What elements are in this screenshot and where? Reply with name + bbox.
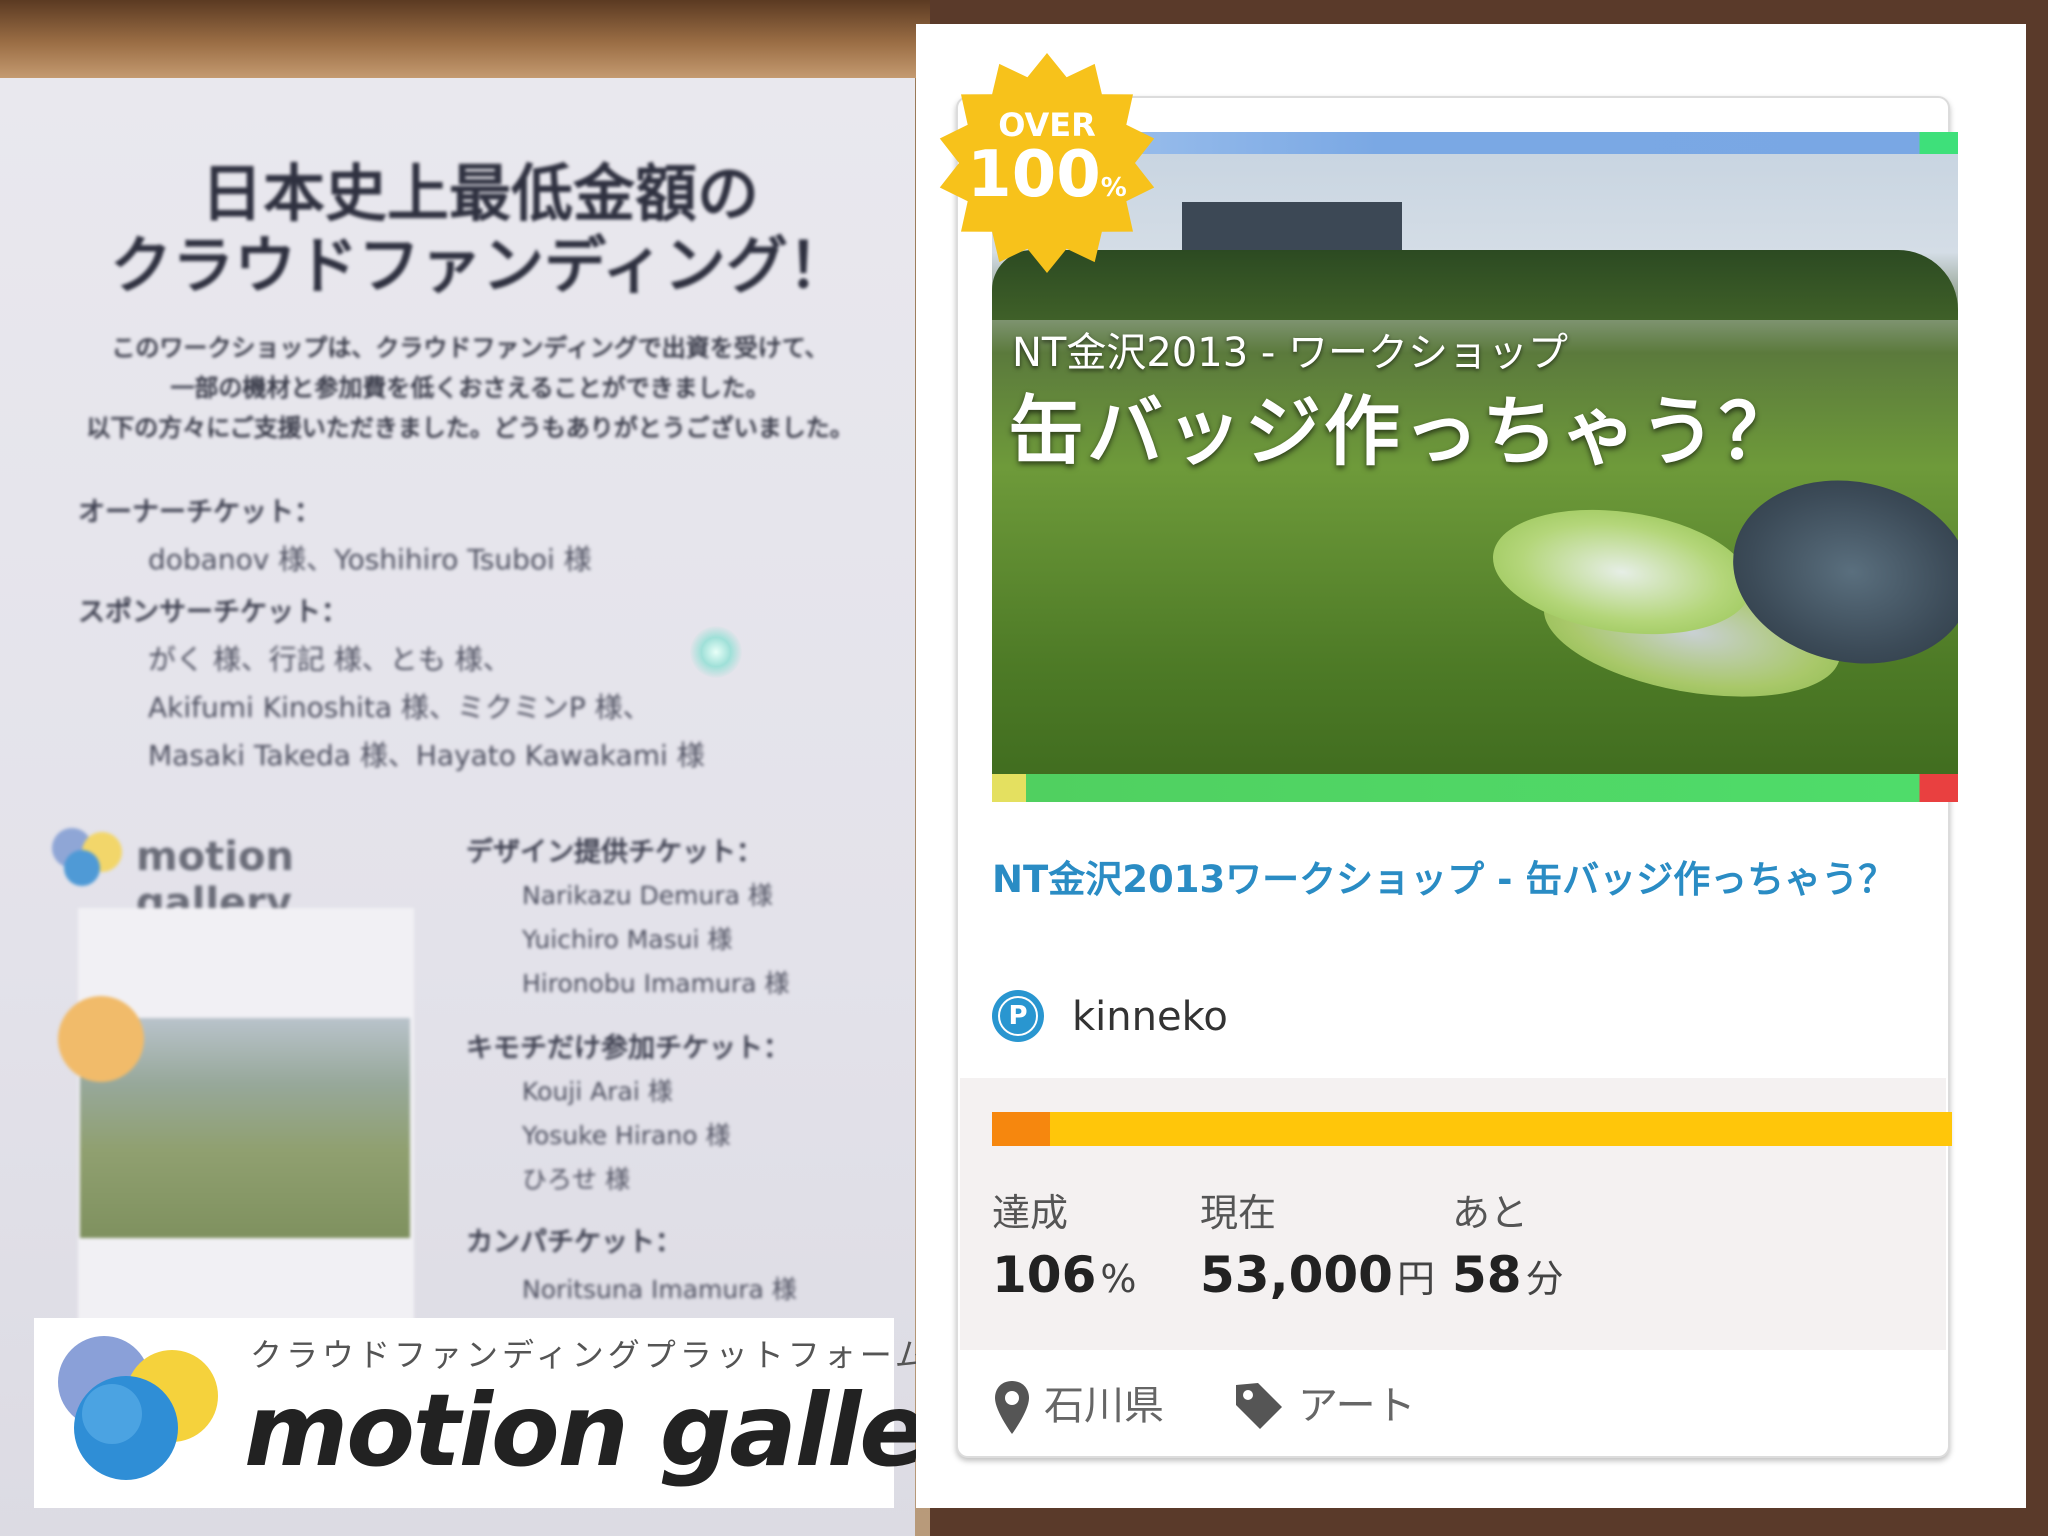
stat-value-current: 53,000 円 <box>1200 1246 1435 1304</box>
poster-title: 日本史上最低金額の クラウドファンディング！ <box>110 157 850 302</box>
motion-gallery-logo-icon <box>52 828 122 886</box>
card-panel: NT金沢2013 - ワークショップ 缶バッジ作っちゃう？ OVER 100% … <box>916 24 2026 1508</box>
funded-badge: OVER 100% <box>932 48 1162 278</box>
motion-gallery-banner: クラウドファンディングプラットフォーム motion gallery <box>34 1318 930 1508</box>
stat-label-achieved: 達成 <box>992 1191 1069 1235</box>
funding-stats: 達成 106% 現在 53,000 円 あと 58 分 <box>960 1078 1952 1350</box>
poster-line: Yuichiro Masui 様 <box>522 925 733 954</box>
poster-line: Narikazu Demura 様 <box>522 881 773 910</box>
category-text[interactable]: アート <box>1298 1373 1416 1431</box>
light-glare <box>690 626 742 678</box>
poster-mini-card <box>58 908 414 1388</box>
banner-brand-name: motion gallery <box>244 1372 930 1489</box>
banner-tagline: クラウドファンディングプラットフォーム <box>250 1336 930 1374</box>
location-pin-icon <box>995 1381 1029 1434</box>
poster-line: Hironobu Imamura 様 <box>522 969 790 998</box>
poster-logo: motion gallery <box>44 818 414 926</box>
funding-progress-bar <box>992 1112 1952 1146</box>
stat-label-remaining: あと <box>1452 1191 1529 1235</box>
project-title-link[interactable]: NT金沢2013ワークショップ - 缶バッジ作っちゃう？ <box>992 850 1912 910</box>
stat-value-achieved: 106% <box>992 1246 1137 1304</box>
poster-line: dobanov 様、Yoshihiro Tsuboi 様 <box>148 543 592 576</box>
mini-card-badge <box>58 996 144 1082</box>
location-text[interactable]: 石川県 <box>1044 1373 1164 1431</box>
poster-section-heading: デザイン提供チケット： <box>466 837 763 868</box>
stat-value-remaining: 58 分 <box>1452 1246 1564 1304</box>
poster-section-heading: オーナーチケット： <box>78 497 321 528</box>
owner-avatar-icon: P <box>992 990 1044 1042</box>
background-photo: 日本史上最低金額の クラウドファンディング！ このワークショップは、クラウドファ… <box>0 0 930 1536</box>
poster-section-heading: カンパチケット： <box>466 1227 682 1258</box>
poster-intro: このワークショップは、クラウドファンディングで出資を受けて、 一部の機材と参加費… <box>86 334 854 442</box>
stat-label-current: 現在 <box>1200 1191 1277 1235</box>
picture-frame <box>0 0 930 78</box>
image-stripe-bottom <box>992 774 1958 802</box>
poster-line: Noritsuna Imamura 様 <box>522 1275 797 1304</box>
poster-line: がく 様、行記 様、とも 様、 <box>148 643 511 676</box>
project-card[interactable]: NT金沢2013 - ワークショップ 缶バッジ作っちゃう？ OVER 100% … <box>939 53 1958 1458</box>
poster-line: ひろせ 様 <box>522 1165 630 1194</box>
poster-line: Akifumi Kinoshita 様、ミクミンP 様、 <box>148 691 651 724</box>
motion-gallery-logo-icon <box>58 1336 218 1480</box>
poster-section-heading: キモチだけ参加チケット： <box>466 1033 790 1064</box>
tag-icon <box>1236 1383 1282 1429</box>
funding-progress-overflow <box>992 1112 1050 1146</box>
badge-percent: 100% <box>967 138 1127 212</box>
poster-line: Masaki Takeda 様、Hayato Kawakami 様 <box>148 739 705 772</box>
poster-section-heading: スポンサーチケット： <box>78 597 348 628</box>
image-title: 缶バッジ作っちゃう？ <box>1008 387 1798 476</box>
poster-line: Kouji Arai 様 <box>522 1077 673 1106</box>
owner-name[interactable]: kinneko <box>1072 994 1228 1040</box>
poster-line: Yosuke Hirano 様 <box>522 1121 731 1150</box>
